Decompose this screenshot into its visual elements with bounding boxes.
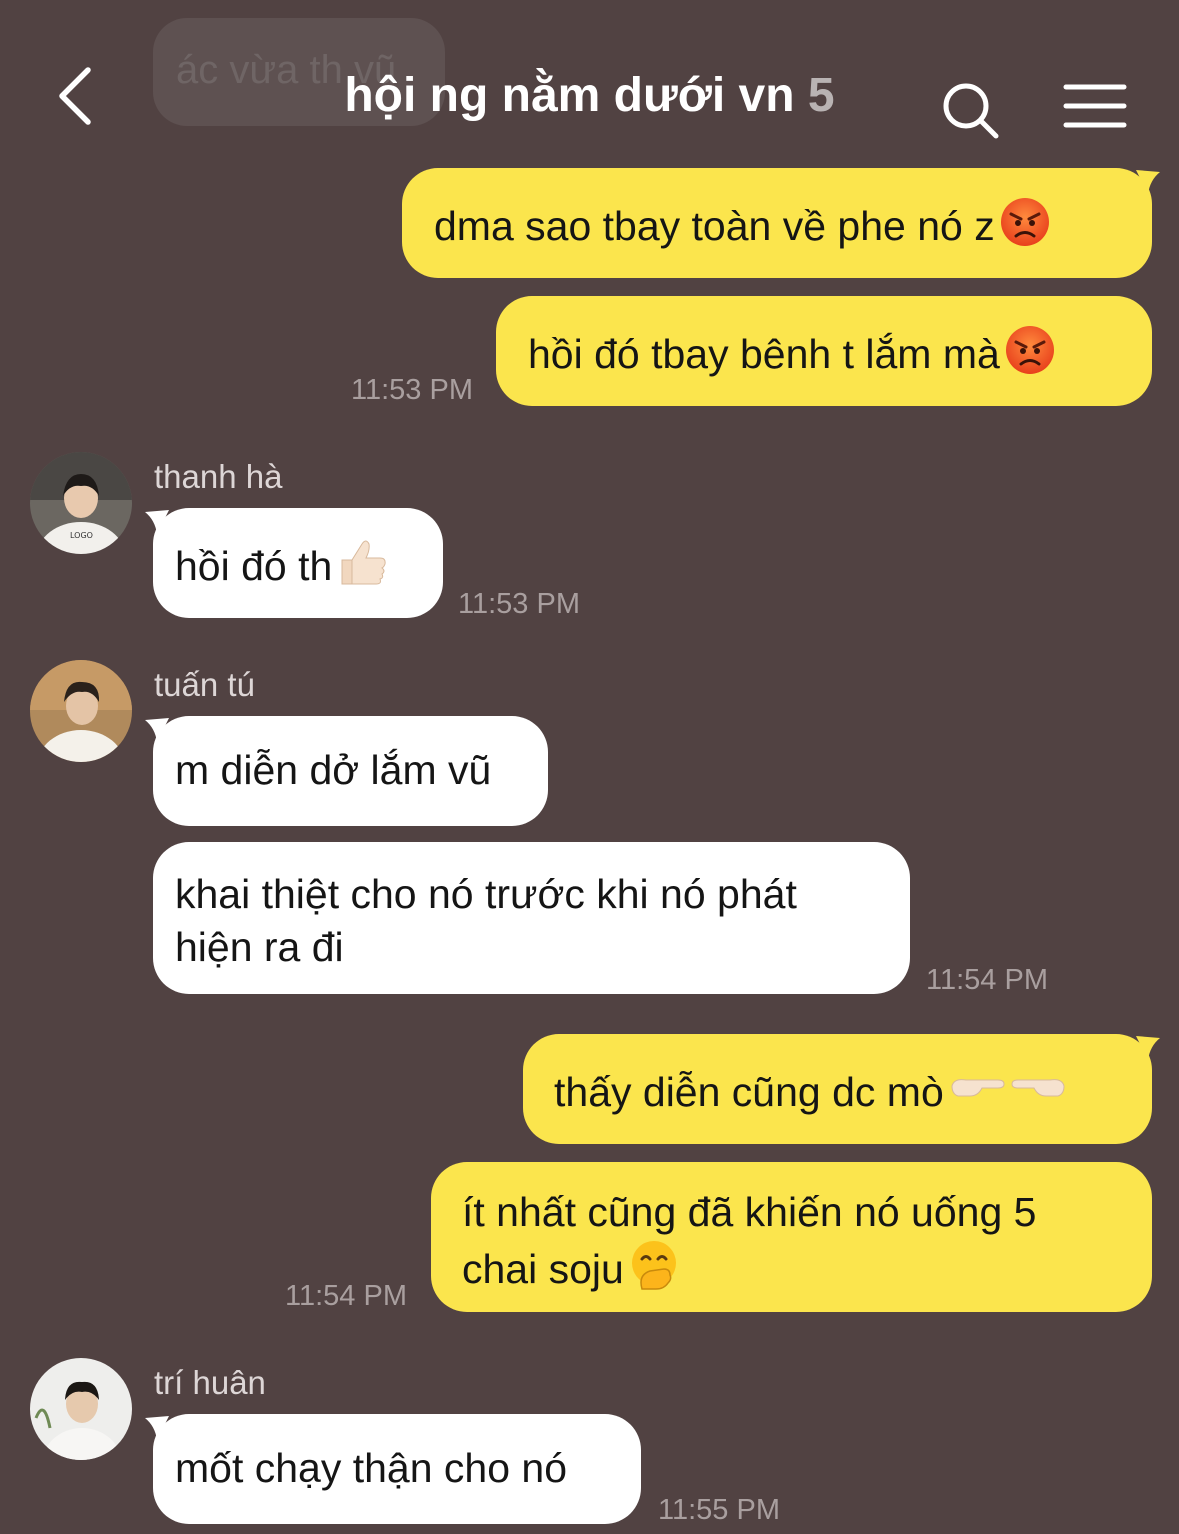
their-message-bubble[interactable]: khai thiệt cho nó trước khi nó phát hiện… xyxy=(153,842,910,994)
svg-text:LOGO: LOGO xyxy=(70,531,93,540)
menu-icon xyxy=(1063,84,1127,128)
message-timestamp: 11:53 PM xyxy=(351,374,473,406)
my-message-bubble[interactable]: ít nhất cũng đã khiến nó uống 5 chai soj… xyxy=(431,1162,1152,1312)
hand-over-mouth-emoji xyxy=(631,1241,676,1290)
message-text: thấy diễn cũng dc mò xyxy=(554,1069,944,1115)
search-icon xyxy=(943,83,999,139)
sender-name: tuấn tú xyxy=(154,666,255,703)
avatar-image xyxy=(30,1358,132,1460)
my-message-bubble[interactable]: dma sao tbay toàn về phe nó z xyxy=(402,168,1152,278)
message-text-line: ít nhất cũng đã khiến nó uống 5 xyxy=(462,1189,1037,1235)
my-message-bubble[interactable]: hồi đó tbay bênh t lắm mà xyxy=(496,296,1152,406)
my-message-bubble[interactable]: thấy diễn cũng dc mò xyxy=(523,1034,1152,1144)
message-timestamp: 11:54 PM xyxy=(285,1280,407,1312)
message-text: dma sao tbay toàn về phe nó z xyxy=(434,203,995,249)
search-button[interactable] xyxy=(938,78,1004,144)
message-text-line: khai thiệt cho nó trước khi nó phát xyxy=(175,871,797,917)
message-timestamp: 11:55 PM xyxy=(658,1494,780,1526)
bubble-tail xyxy=(1136,1036,1160,1060)
angry-face-emoji xyxy=(1000,198,1049,246)
chat-title-text: hội ng nằm dưới vn xyxy=(344,69,795,122)
menu-button[interactable] xyxy=(1062,82,1128,134)
angry-face-emoji xyxy=(1005,326,1054,374)
message-text-line: hiện ra đi xyxy=(175,924,344,970)
their-message-bubble[interactable]: hồi đó th xyxy=(153,508,443,618)
member-count: 5 xyxy=(807,69,835,122)
message-timestamp: 11:54 PM xyxy=(926,964,1048,996)
their-message-bubble[interactable]: m diễn dở lắm vũ xyxy=(153,716,548,826)
avatar-image xyxy=(30,660,132,762)
avatar-tri-huan[interactable] xyxy=(30,1358,132,1460)
avatar-tuan-tu[interactable] xyxy=(30,660,132,762)
message-timestamp: 11:53 PM xyxy=(458,588,580,620)
message-text: mốt chạy thận cho nó xyxy=(175,1445,568,1491)
avatar-image: LOGO xyxy=(30,452,132,554)
bubble-tail xyxy=(1136,170,1160,194)
avatar-thanh-ha[interactable]: LOGO xyxy=(30,452,132,554)
their-message-bubble[interactable]: mốt chạy thận cho nó xyxy=(153,1414,641,1524)
sender-name: thanh hà xyxy=(154,458,283,495)
message-text-line: chai soju xyxy=(462,1246,624,1292)
message-text: hồi đó th xyxy=(175,543,333,589)
message-text: m diễn dở lắm vũ xyxy=(175,747,492,793)
pointing-hands-emoji xyxy=(951,1079,1065,1097)
thumbs-up-emoji xyxy=(341,540,386,585)
message-text: hồi đó tbay bênh t lắm mà xyxy=(528,331,1000,377)
sender-name: trí huân xyxy=(154,1364,266,1401)
